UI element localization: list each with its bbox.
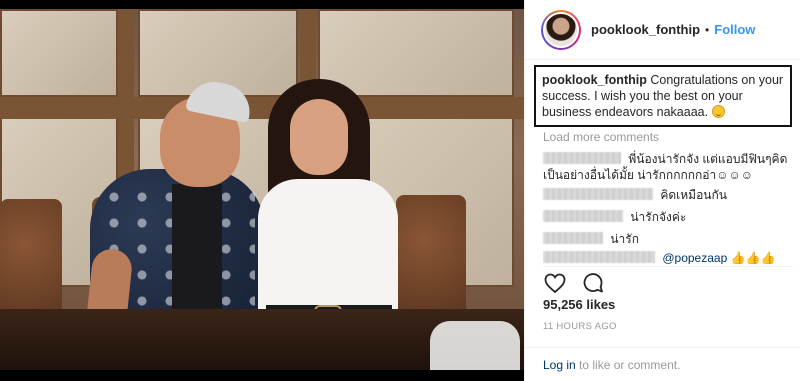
- redacted-username[interactable]: [543, 210, 623, 222]
- post-actions: [543, 266, 793, 294]
- avatar[interactable]: [541, 9, 581, 50]
- wall-panel: [318, 9, 514, 97]
- comment-text: คิดเหมือนกัน: [660, 188, 727, 202]
- post-header: pooklook_fonthip • Follow: [525, 0, 800, 60]
- comment-item: พี่น้องน่ารักจัง แต่แอบมีฟินๆคิด เป็นอย่…: [543, 151, 793, 183]
- likes-count[interactable]: 95,256 likes: [543, 297, 615, 312]
- comment-footer: Log in to like or comment.: [525, 347, 800, 381]
- woman-top: [258, 179, 398, 314]
- comment-icon[interactable]: [581, 271, 605, 295]
- redacted-username[interactable]: [543, 188, 653, 200]
- login-prompt-text: to like or comment.: [575, 358, 681, 372]
- caption-username[interactable]: pooklook_fonthip: [542, 73, 647, 87]
- load-more-comments-button[interactable]: Load more comments: [543, 130, 659, 144]
- wall-panel: [0, 9, 118, 97]
- redacted-username[interactable]: [543, 152, 621, 164]
- heart-icon[interactable]: [543, 271, 567, 295]
- glass-object: [430, 321, 520, 370]
- avatar-image: [543, 11, 579, 48]
- comment-item: น่ารักจังค่ะ: [543, 209, 793, 225]
- header-username[interactable]: pooklook_fonthip: [591, 22, 700, 37]
- header-separator: •: [705, 22, 710, 37]
- redacted-username[interactable]: [543, 232, 603, 244]
- photo-scene: [0, 9, 524, 370]
- comment-item: คิดเหมือนกัน: [543, 187, 793, 203]
- woman-head: [290, 99, 348, 175]
- comment-item: @popezaap 👍👍👍: [543, 250, 793, 264]
- instagram-post: pooklook_fonthip • Follow pooklook_fonth…: [0, 0, 800, 381]
- post-sidebar: pooklook_fonthip • Follow pooklook_fonth…: [524, 0, 800, 381]
- redacted-username[interactable]: [543, 251, 655, 263]
- comment-text: เป็นอย่างอื่นได้มั้ย น่ารักกกกกกอ่า☺☺☺: [543, 168, 753, 182]
- comment-text: พี่น้องน่ารักจัง แต่แอบมีฟินๆคิด: [628, 152, 788, 166]
- comment-text: น่ารักจังค่ะ: [630, 210, 687, 224]
- caption: pooklook_fonthip Congratulations on your…: [534, 65, 792, 127]
- wall-beam: [0, 97, 524, 119]
- comment-item: น่ารัก: [543, 231, 793, 247]
- post-photo[interactable]: [0, 0, 524, 381]
- follow-button[interactable]: Follow: [714, 22, 755, 37]
- smile-icon: [711, 105, 725, 118]
- comment-mention[interactable]: @popezaap: [662, 251, 727, 264]
- login-link[interactable]: Log in: [543, 358, 576, 372]
- post-timestamp[interactable]: 11 HOURS AGO: [543, 321, 617, 332]
- comment-emoji: 👍👍👍: [730, 251, 776, 264]
- comment-text: น่ารัก: [610, 232, 639, 246]
